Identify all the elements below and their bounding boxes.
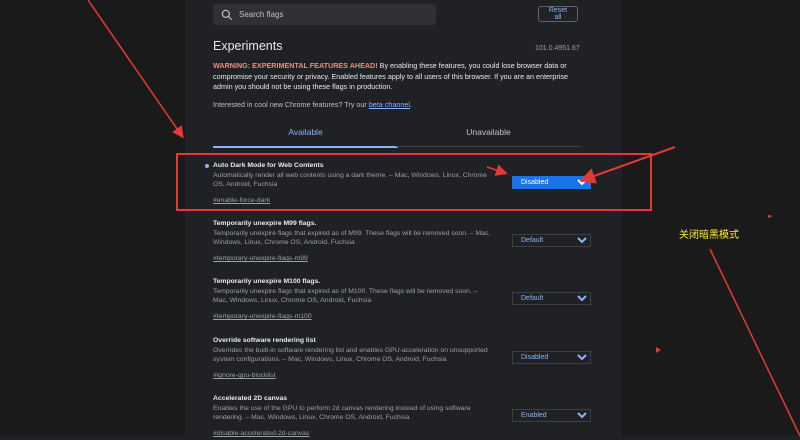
flag-description: Temporarily unexpire flags that expired … <box>213 230 491 247</box>
flag-temporary-unexpire-flags-m99: Temporarily unexpire M99 flags. Temporar… <box>213 220 591 265</box>
highlight-box <box>176 153 652 211</box>
flag-select[interactable]: Default <box>512 234 591 247</box>
reset-all-button[interactable]: Reset all <box>538 6 578 22</box>
flag-description: Enables the use of the GPU to perform 2d… <box>213 405 471 422</box>
annotation-text: 关闭暗黑模式 <box>679 230 739 241</box>
flag-description: Temporarily unexpire flags that expired … <box>213 288 478 305</box>
interest-label: Interested in cool new Chrome features? … <box>213 100 369 109</box>
page-title: Experiments <box>213 39 283 53</box>
flag-link[interactable]: #temporary-unexpire-flags-m100 <box>213 313 312 320</box>
flag-name: Temporarily unexpire M99 flags. <box>213 220 317 227</box>
interest-text: Interested in cool new Chrome features? … <box>213 100 412 109</box>
flag-link[interactable]: #disable-accelerated-2d-canvas <box>213 430 309 437</box>
flag-description: Overrides the built-in software renderin… <box>213 347 488 364</box>
flag-ignore-gpu-blocklist: Override software rendering list Overrid… <box>213 337 591 382</box>
flag-name: Override software rendering list <box>213 337 316 344</box>
flag-name: Accelerated 2D canvas <box>213 395 288 402</box>
flag-select[interactable]: Disabled <box>512 351 591 364</box>
search-input[interactable] <box>237 9 431 20</box>
beta-channel-link[interactable]: beta channel <box>369 100 410 109</box>
flag-name: Temporarily unexpire M100 flags. <box>213 278 321 285</box>
flag-link[interactable]: #ignore-gpu-blocklist <box>213 372 276 379</box>
flag-temporary-unexpire-flags-m100: Temporarily unexpire M100 flags. Tempora… <box>213 278 591 323</box>
tab-available[interactable]: Available <box>213 124 398 148</box>
interest-suffix: . <box>409 100 412 109</box>
outer-background-left <box>0 0 185 436</box>
flag-select[interactable]: Default <box>512 292 591 305</box>
warning-text: WARNING: EXPERIMENTAL FEATURES AHEAD! By… <box>213 61 581 93</box>
flags-page: Reset all Experiments 101.0.4951.67 WARN… <box>185 0 622 437</box>
search-box[interactable] <box>213 4 436 25</box>
flag-disable-accelerated-2d-canvas: Accelerated 2D canvas Enables the use of… <box>213 395 591 440</box>
flag-select[interactable]: Enabled <box>512 409 591 422</box>
version-label: 101.0.4951.67 <box>535 45 580 52</box>
warning-prefix: WARNING: EXPERIMENTAL FEATURES AHEAD! <box>213 61 378 70</box>
flag-link[interactable]: #temporary-unexpire-flags-m99 <box>213 255 308 262</box>
search-icon <box>221 9 233 20</box>
tab-unavailable[interactable]: Unavailable <box>396 124 581 147</box>
outer-background-right <box>622 0 800 436</box>
